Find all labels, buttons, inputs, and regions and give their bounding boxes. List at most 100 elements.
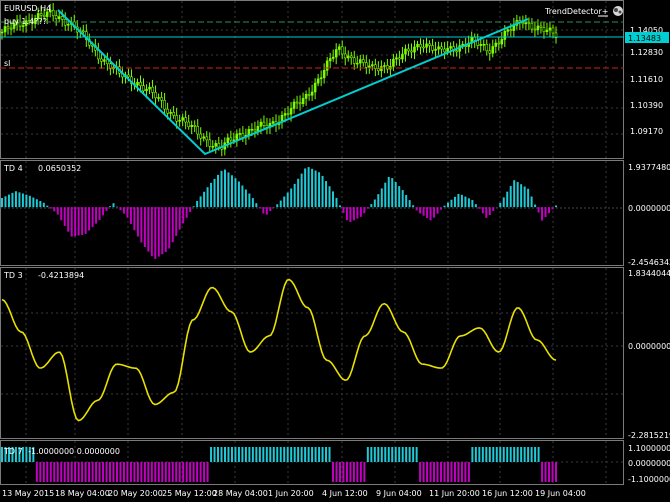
td3-line (1, 278, 557, 422)
time-tick: 19 Jun 04:00 (535, 489, 586, 498)
td3-tick: -2.2815219 (628, 431, 670, 440)
candle (349, 55, 353, 59)
time-tick: 25 May 12:00 (162, 489, 217, 498)
candle (352, 57, 356, 64)
candle (407, 48, 410, 52)
trend-detector-icon[interactable] (613, 6, 623, 16)
candle (425, 43, 428, 48)
candle (208, 139, 212, 147)
candle (256, 126, 260, 132)
time-tick: 4 Jun 12:00 (322, 489, 368, 498)
candle (494, 42, 498, 47)
candle (380, 66, 383, 72)
candle (434, 48, 437, 51)
main-panel[interactable] (0, 0, 624, 159)
candle (539, 25, 543, 28)
candle (190, 125, 193, 128)
candle (449, 46, 452, 49)
candle (316, 78, 320, 84)
candle (334, 49, 338, 58)
time-axis: 13 May 2015 18 May 04:0020 May 20:00 25 Ma… (2, 489, 586, 498)
candle (60, 16, 64, 20)
candle (325, 60, 329, 71)
candle (509, 29, 513, 32)
candle (527, 21, 531, 24)
candle (340, 46, 344, 55)
candle (398, 57, 401, 60)
candle (428, 43, 431, 46)
candle (193, 125, 196, 127)
candle (404, 48, 407, 55)
candle (214, 143, 218, 147)
buy-label: buy 1.4??? (4, 17, 47, 26)
candle (295, 101, 299, 104)
time-tick: 1 Jun 20:00 (268, 489, 314, 498)
candle (289, 108, 293, 115)
candle (184, 117, 187, 123)
candle (259, 121, 263, 127)
candle (187, 121, 190, 128)
candle (100, 58, 103, 62)
candle (488, 50, 492, 54)
candle (392, 58, 395, 67)
candle (136, 82, 139, 86)
candle (395, 57, 398, 60)
td7-values: -1.0000000 0.0000000 (28, 447, 120, 456)
candle (383, 65, 386, 67)
candle (286, 113, 290, 115)
time-tick: 28 May 04:00 (213, 489, 268, 498)
candle (521, 22, 525, 25)
candle (362, 59, 365, 63)
candle (51, 10, 55, 17)
td3-value: -0.4213894 (38, 271, 84, 280)
candle (346, 55, 350, 59)
candle (196, 126, 200, 135)
td4-value: 0.0650352 (38, 164, 81, 173)
candle (440, 46, 443, 50)
candle (148, 86, 151, 90)
candle (0, 31, 4, 34)
candle (211, 146, 215, 148)
chart-title: EURUSD,H4 (4, 4, 51, 13)
candle (548, 27, 552, 31)
candle (419, 44, 422, 48)
candle (304, 93, 308, 99)
candle (328, 58, 332, 62)
time-tick: 13 May 2015 (2, 489, 54, 498)
candle (9, 27, 13, 30)
candle (283, 113, 287, 116)
candle (226, 137, 230, 144)
price-candles (0, 2, 558, 157)
td7-tick: 0.0000000 (628, 459, 670, 468)
candle (181, 117, 184, 121)
candle (262, 121, 266, 126)
time-tick: 16 Jun 12:00 (482, 489, 533, 498)
candle (497, 42, 501, 45)
candle (545, 29, 549, 33)
candle (175, 115, 178, 122)
candle (343, 53, 347, 59)
chart-canvas[interactable]: EURUSD,H4 buy 1.4??? sl TrendDetector+ 1… (0, 0, 670, 502)
td7-tick: -1.1000000 (628, 475, 670, 484)
candle (386, 65, 389, 70)
candle (368, 65, 371, 68)
td3-panel[interactable] (0, 267, 624, 439)
price-tick: 1.10390 (630, 101, 663, 110)
candle (301, 98, 305, 104)
candle (506, 29, 510, 32)
candle (431, 45, 434, 51)
candle (413, 46, 416, 53)
candle (551, 27, 555, 34)
td4-tick: 1.9377480 (628, 163, 670, 172)
candle (66, 23, 70, 26)
candle (172, 112, 175, 116)
candle (533, 28, 537, 31)
td7-title: TD 7 (3, 447, 23, 456)
candle (319, 77, 323, 80)
td4-histogram (1, 167, 557, 259)
candle (238, 133, 242, 135)
candle (103, 59, 106, 62)
candle (160, 97, 163, 101)
time-tick: 11 Jun 20:00 (429, 489, 480, 498)
candle (479, 44, 483, 46)
